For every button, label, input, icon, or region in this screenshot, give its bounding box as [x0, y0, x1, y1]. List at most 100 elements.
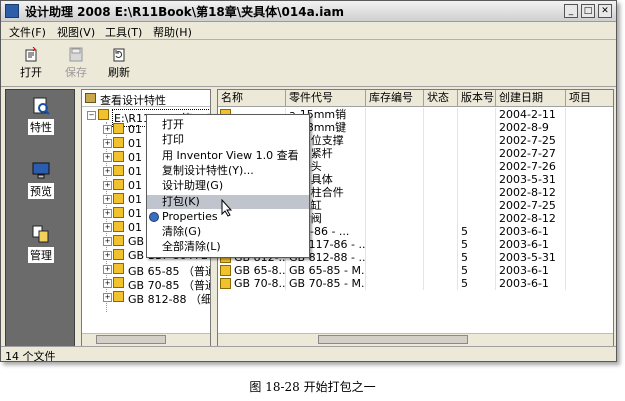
scroll-thumb[interactable] — [96, 335, 166, 344]
part-icon — [113, 221, 124, 232]
table-cell — [566, 160, 613, 173]
table-cell — [566, 121, 613, 134]
menu-view[interactable]: 视图(V) — [57, 24, 95, 40]
table-cell — [424, 134, 458, 147]
table-cell: 2002-7-27 — [496, 147, 566, 160]
table-cell: 5 — [458, 238, 496, 251]
nav-preview[interactable]: 预览 — [6, 160, 76, 199]
table-cell — [424, 173, 458, 186]
table-cell — [458, 160, 496, 173]
expand-icon[interactable]: + — [103, 181, 112, 190]
table-cell — [366, 134, 424, 147]
title-bar: 设计助理 2008 E:\R11Book\第18章\夹具体\014a.iam _… — [1, 1, 616, 22]
grid-hscrollbar[interactable] — [218, 333, 613, 346]
table-row[interactable]: GB 65-8... GB 65-85 - M... 5 2003-6-1 — [218, 264, 613, 277]
expand-icon[interactable]: + — [103, 167, 112, 176]
tree-header: 查看设计特性 — [82, 90, 210, 107]
expand-icon[interactable]: + — [103, 251, 112, 260]
context-menu-item[interactable]: 全部清除(L) — [147, 240, 309, 254]
part-icon — [113, 277, 124, 288]
expand-icon[interactable]: + — [103, 265, 112, 274]
col-stock[interactable]: 库存编号 — [366, 90, 424, 106]
context-menu-item[interactable]: 复制设计特性(Y)... — [147, 164, 309, 178]
table-cell — [366, 160, 424, 173]
table-cell — [566, 173, 613, 186]
table-cell: 5 — [458, 251, 496, 264]
menu-file[interactable]: 文件(F) — [9, 24, 46, 40]
col-code[interactable]: 零件代号 — [286, 90, 366, 106]
col-name[interactable]: 名称 — [218, 90, 286, 106]
table-cell — [424, 108, 458, 121]
table-cell — [458, 108, 496, 121]
table-cell: 5 — [458, 225, 496, 238]
table-cell — [566, 186, 613, 199]
col-version[interactable]: 版本号 — [458, 90, 496, 106]
properties-icon — [33, 97, 50, 115]
refresh-button[interactable]: 刷新 — [99, 43, 139, 83]
context-menu: 打开 打印用 Inventor View 1.0 查看 复制设计特性(Y)... 设计… — [146, 114, 310, 258]
table-cell — [366, 225, 424, 238]
save-button[interactable]: 保存 — [56, 43, 96, 83]
table-cell — [366, 147, 424, 160]
menu-help[interactable]: 帮助(H) — [153, 24, 192, 40]
table-cell: 2003-6-1 — [496, 225, 566, 238]
expand-icon[interactable]: + — [103, 223, 112, 232]
table-cell — [458, 121, 496, 134]
nav-manage[interactable]: 管理 — [6, 224, 76, 263]
tree-item[interactable]: + GB 70-85 （普通 — [82, 276, 210, 292]
context-menu-item[interactable]: 设计助理(G) — [147, 179, 309, 193]
collapse-icon[interactable]: − — [87, 111, 96, 120]
tree-item[interactable]: + GB 65-85 （普通 — [82, 262, 210, 278]
table-cell — [566, 108, 613, 121]
expand-icon[interactable]: + — [103, 293, 112, 302]
main-window: 设计助理 2008 E:\R11Book\第18章\夹具体\014a.iam _… — [0, 0, 617, 362]
table-cell — [458, 147, 496, 160]
part-icon — [113, 249, 124, 260]
mouse-cursor-icon — [221, 199, 233, 217]
context-menu-item[interactable]: 清除(G) — [147, 225, 309, 239]
expand-icon[interactable]: + — [103, 153, 112, 162]
scroll-thumb[interactable] — [318, 335, 468, 344]
table-cell — [366, 173, 424, 186]
table-cell — [424, 199, 458, 212]
part-icon — [113, 235, 124, 246]
save-icon — [69, 47, 83, 62]
col-project[interactable]: 项目 — [566, 90, 613, 106]
context-menu-item[interactable]: 打开 — [147, 118, 309, 132]
close-button[interactable]: ✕ — [598, 4, 612, 18]
table-cell: 2003-5-31 — [496, 251, 566, 264]
col-status[interactable]: 状态 — [424, 90, 458, 106]
maximize-button[interactable]: □ — [581, 4, 595, 18]
table-cell: 2002-7-25 — [496, 134, 566, 147]
part-icon — [113, 263, 124, 274]
table-cell — [424, 121, 458, 134]
expand-icon[interactable]: + — [103, 237, 112, 246]
table-cell — [566, 134, 613, 147]
menu-tools[interactable]: 工具(T) — [105, 24, 142, 40]
table-cell — [424, 212, 458, 225]
table-cell — [366, 212, 424, 225]
expand-icon[interactable]: + — [103, 279, 112, 288]
table-cell: GB 70-8... — [218, 277, 286, 290]
context-menu-item[interactable]: 用 Inventor View 1.0 查看 — [147, 149, 309, 163]
col-date[interactable]: 创建日期 — [496, 90, 566, 106]
minimize-button[interactable]: _ — [564, 4, 578, 18]
tree-hscrollbar[interactable] — [82, 333, 210, 346]
table-cell — [366, 121, 424, 134]
expand-icon[interactable]: + — [103, 209, 112, 218]
toolbar: 打开 保存 刷新 — [1, 40, 616, 87]
tree-item[interactable]: +GB 812-88 （细牙 — [82, 290, 210, 306]
expand-icon[interactable]: + — [103, 195, 112, 204]
properties-icon — [149, 212, 159, 222]
nav-properties[interactable]: 特性 — [6, 96, 76, 135]
expand-icon[interactable]: + — [103, 125, 112, 134]
expand-icon[interactable]: + — [103, 139, 112, 148]
table-cell — [458, 134, 496, 147]
table-cell — [566, 277, 613, 290]
context-menu-item[interactable]: 打印 — [147, 133, 309, 147]
open-button[interactable]: 打开 — [11, 43, 51, 83]
table-row[interactable]: GB 70-8... GB 70-85 - M... 5 2003-6-1 — [218, 277, 613, 290]
table-cell: GB 65-85 - M... — [286, 264, 366, 277]
table-cell — [424, 251, 458, 264]
table-cell: 2003-6-1 — [496, 277, 566, 290]
